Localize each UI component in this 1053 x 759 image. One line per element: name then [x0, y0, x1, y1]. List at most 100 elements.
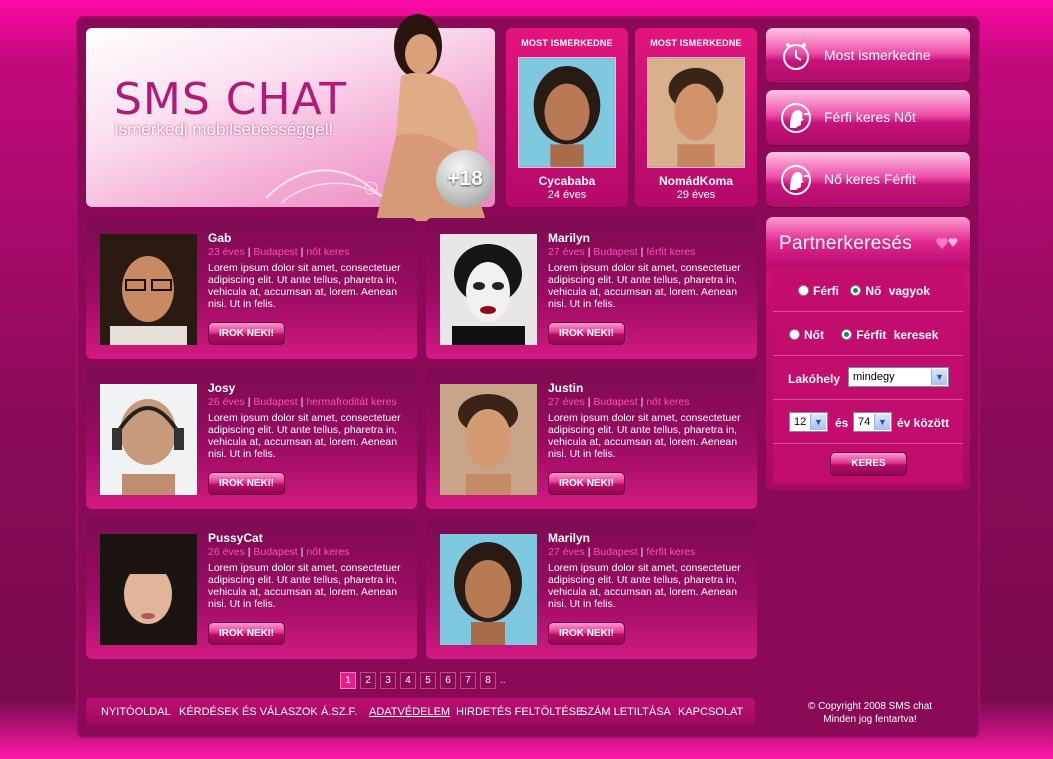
meta-separator: | [247, 396, 251, 408]
profile-name[interactable]: Josy [208, 381, 235, 395]
profile-seeks[interactable]: nőt keres [306, 246, 349, 258]
profile-name[interactable]: Marilyn [548, 531, 590, 545]
footer-link-privacy[interactable]: ADATVÉDELEM [369, 706, 450, 718]
write-to-button[interactable]: IROK NEKI! [208, 472, 285, 495]
profile-photo[interactable] [100, 384, 197, 495]
profile-age: 27 éves [548, 246, 585, 258]
partner-search-title: Partnerkeresés [779, 233, 913, 254]
write-to-button[interactable]: IROK NEKI! [548, 472, 625, 495]
profile-age: 26 éves [208, 546, 245, 558]
profile-meta: 27 éves | Budapest | férfit keres [548, 546, 695, 558]
profile-photo[interactable] [440, 534, 537, 645]
profile-meta: 26 éves | Budapest | nőt keres [208, 546, 350, 558]
profile-head-icon [781, 165, 811, 195]
footer-link-upload-ad[interactable]: HIRDETÉS FELTÖLTÉSE [456, 706, 583, 718]
copyright-line-1: © Copyright 2008 SMS chat [807, 701, 933, 712]
profile-city[interactable]: Budapest [593, 546, 637, 558]
radio-not[interactable] [789, 329, 800, 340]
write-to-button[interactable]: IROK NEKI! [548, 622, 625, 645]
profile-seeks[interactable]: nőt keres [646, 396, 689, 408]
profile-name[interactable]: Marilyn [548, 231, 590, 245]
profile-name[interactable]: PussyCat [208, 531, 263, 545]
profile-seeks[interactable]: nőt keres [306, 546, 349, 558]
search-submit-button[interactable]: KERES [830, 452, 907, 476]
age-suffix: év között [897, 416, 950, 430]
profile-card: Marilyn 27 éves | Budapest | férfit kere… [426, 218, 757, 359]
profile-city[interactable]: Budapest [593, 246, 637, 258]
profile-name[interactable]: Justin [548, 381, 583, 395]
chevron-down-icon: ▼ [931, 369, 947, 385]
meta-separator: | [247, 246, 251, 258]
profile-photo[interactable] [440, 384, 537, 495]
write-to-button[interactable]: IROK NEKI! [208, 622, 285, 645]
partner-search-header: Partnerkeresés [766, 217, 970, 267]
page-link[interactable]: 7 [460, 672, 476, 689]
profile-meta: 26 éves | Budapest | hermafroditát keres [208, 396, 397, 408]
location-row: Lakóhely mindegy ▼ [773, 356, 963, 400]
featured-photo[interactable] [647, 57, 745, 168]
profile-card: Josy 26 éves | Budapest | hermafroditát … [86, 368, 417, 509]
page-link[interactable]: 2 [360, 672, 376, 689]
radio-label: Nő [865, 284, 882, 298]
profile-age: 23 éves [208, 246, 245, 258]
profile-seeks[interactable]: férfit keres [646, 546, 695, 558]
age-to-select[interactable]: 74 ▼ [853, 412, 892, 432]
page-link[interactable]: 1 [340, 672, 356, 689]
page-link[interactable]: 4 [400, 672, 416, 689]
chevron-down-icon: ▼ [874, 414, 890, 430]
profile-photo[interactable] [100, 534, 197, 645]
write-to-button[interactable]: IROK NEKI! [548, 322, 625, 345]
profile-age: 27 éves [548, 546, 585, 558]
profile-meta: 27 éves | Budapest | férfit keres [548, 246, 695, 258]
write-to-button[interactable]: IROK NEKI! [208, 322, 285, 345]
age-and: és [835, 416, 849, 430]
page-more[interactable]: .. [500, 675, 506, 686]
profile-card: Justin 27 éves | Budapest | nőt keres Lo… [426, 368, 757, 509]
profile-name[interactable]: Gab [208, 231, 231, 245]
footer-link-terms[interactable]: Á.SZ.F. [321, 706, 357, 718]
radio-no[interactable] [850, 285, 862, 296]
menu-most-ismerkedne[interactable]: Most ismerkedne [766, 28, 970, 83]
profile-description: Lorem ipsum dolor sit amet, consectetuer… [548, 412, 741, 460]
profile-seeks[interactable]: hermafroditát keres [306, 396, 396, 408]
menu-ferfi-keres-not[interactable]: Férfi keres Nőt [766, 90, 970, 145]
profile-city[interactable]: Budapest [253, 546, 297, 558]
profile-photo[interactable] [100, 234, 197, 345]
profile-city[interactable]: Budapest [593, 396, 637, 408]
featured-photo[interactable] [518, 57, 616, 168]
page-link[interactable]: 6 [440, 672, 456, 689]
radio-ferfit[interactable] [841, 329, 853, 340]
page-link[interactable]: 8 [480, 672, 496, 689]
location-label: Lakóhely [788, 372, 841, 386]
gender-suffix: vagyok [888, 284, 931, 298]
featured-name[interactable]: Cycababa [506, 174, 628, 188]
profile-photo[interactable] [440, 234, 537, 345]
gender-row: Férfi Nő vagyok [773, 268, 963, 312]
page-link[interactable]: 3 [380, 672, 396, 689]
meta-separator: | [587, 396, 591, 408]
profile-description: Lorem ipsum dolor sit amet, consectetuer… [548, 262, 741, 310]
page-link[interactable]: 5 [420, 672, 436, 689]
footer-link-contact[interactable]: KAPCSOLAT [678, 706, 743, 718]
profile-age: 26 éves [208, 396, 245, 408]
profile-seeks[interactable]: férfit keres [646, 246, 695, 258]
profile-city[interactable]: Budapest [253, 396, 297, 408]
pagination: 1 2 3 4 5 6 7 8.. [340, 670, 506, 689]
footer-link-faq[interactable]: KÉRDÉSEK ÉS VÁLASZOK [179, 706, 318, 718]
profile-meta: 23 éves | Budapest | nőt keres [208, 246, 350, 258]
clock-icon [783, 43, 809, 70]
age-from-select[interactable]: 12 ▼ [789, 412, 828, 432]
age-to-value: 74 [858, 416, 871, 428]
radio-ferfi[interactable] [798, 285, 809, 296]
footer-link-block-number[interactable]: SZÁM LETILTÁSA [580, 706, 671, 718]
profile-description: Lorem ipsum dolor sit amet, consectetuer… [208, 562, 401, 610]
seek-suffix: keresek [893, 328, 939, 342]
featured-name[interactable]: NomádKoma [635, 174, 757, 188]
profile-city[interactable]: Budapest [253, 246, 297, 258]
featured-profile-1[interactable]: MOST ISMERKEDNE Cycababa 24 éves [506, 28, 628, 207]
footer-link-home[interactable]: NYITÓOLDAL [101, 706, 171, 718]
location-select[interactable]: mindegy ▼ [848, 367, 949, 387]
featured-profile-2[interactable]: MOST ISMERKEDNE NomádKoma 29 éves [635, 28, 757, 207]
menu-no-keres-ferfit[interactable]: Nő keres Férfit [766, 152, 970, 207]
menu-label: Most ismerkedne [824, 47, 931, 63]
